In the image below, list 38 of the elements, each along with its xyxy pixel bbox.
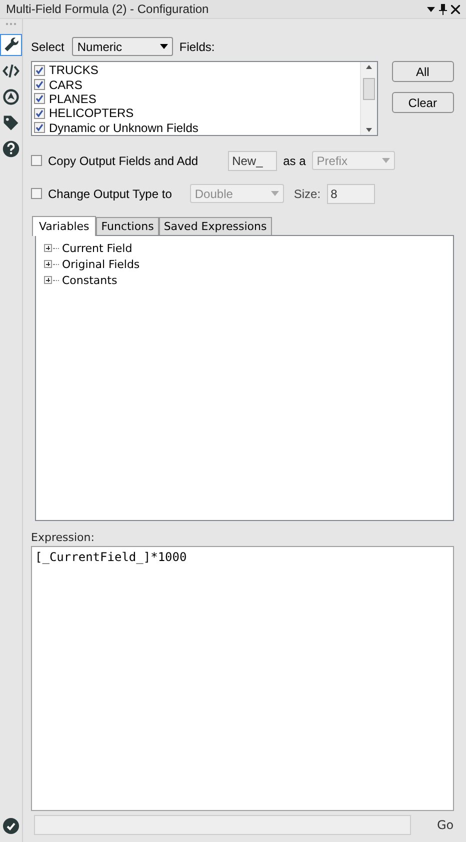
close-icon[interactable]: [451, 4, 460, 14]
as-a-label: as a: [283, 154, 306, 168]
list-button[interactable]: All: [392, 61, 454, 82]
checkbox[interactable]: [34, 122, 45, 134]
tab[interactable]: Saved Expressions: [158, 217, 272, 235]
pin-icon[interactable]: [439, 4, 447, 14]
tree-item[interactable]: Constants: [44, 272, 445, 288]
window-title: Multi-Field Formula (2) - Configuration: [6, 2, 210, 16]
copy-output-label: Copy Output Fields and Add: [48, 154, 198, 168]
fields-list[interactable]: TRUCKS CARS PLANES HELICOPTERS Dynamic or Unknown Fields: [31, 61, 378, 136]
expression-editor[interactable]: [_CurrentField_]*1000: [31, 546, 454, 811]
checkbox[interactable]: [34, 79, 45, 90]
list-button[interactable]: Clear: [392, 92, 454, 113]
scrollbar[interactable]: [360, 62, 377, 135]
field-item[interactable]: TRUCKS: [34, 63, 358, 78]
fields-label: Fields:: [179, 40, 215, 54]
tab[interactable]: Variables: [32, 216, 96, 236]
field-item[interactable]: CARS: [34, 77, 358, 92]
dropdown-icon[interactable]: [427, 6, 435, 12]
tree-item[interactable]: Original Fields: [44, 256, 445, 272]
size-label: Size:: [294, 186, 321, 200]
wrench-icon[interactable]: [0, 34, 22, 56]
go-link[interactable]: Go: [437, 818, 454, 832]
field-item[interactable]: Dynamic or Unknown Fields: [34, 120, 358, 135]
tab[interactable]: Functions: [96, 217, 159, 235]
field-item[interactable]: HELICOPTERS: [34, 106, 358, 121]
checkbox[interactable]: [34, 108, 45, 119]
expression-label: Expression:: [31, 531, 96, 544]
help-icon[interactable]: [0, 138, 22, 160]
select-dropdown[interactable]: Numeric: [72, 37, 174, 56]
check-circle-icon: [3, 818, 19, 834]
compass-icon[interactable]: [0, 86, 22, 108]
checkbox[interactable]: [34, 64, 45, 76]
change-type-label: Change Output Type to: [48, 186, 172, 200]
select-label: Select: [31, 40, 64, 54]
field-item[interactable]: PLANES: [34, 92, 358, 106]
tree-item[interactable]: Current Field: [44, 240, 445, 256]
checkbox[interactable]: [34, 93, 45, 104]
